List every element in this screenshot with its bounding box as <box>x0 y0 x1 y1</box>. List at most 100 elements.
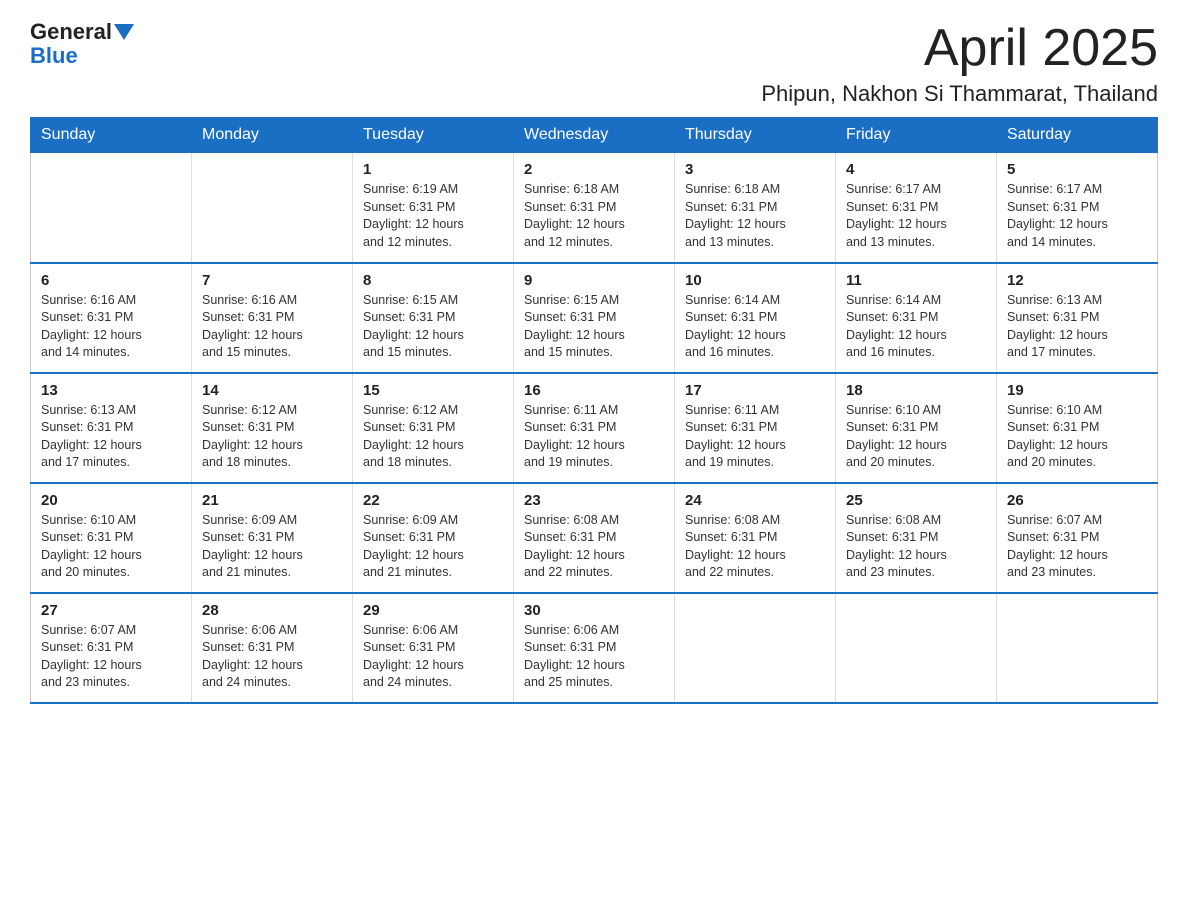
day-number: 2 <box>524 161 664 178</box>
calendar-cell: 29Sunrise: 6:06 AMSunset: 6:31 PMDayligh… <box>353 593 514 703</box>
calendar-cell: 3 Sunrise: 6:18 AMSunset: 6:31 PMDaylight… <box>675 153 836 263</box>
calendar-cell <box>836 593 997 703</box>
day-number: 18 <box>846 382 986 399</box>
day-info: Sunrise: 6:06 AMSunset: 6:31 PMDaylight:… <box>202 622 342 692</box>
day-number: 17 <box>685 382 825 399</box>
calendar-cell: 18 Sunrise: 6:10 AMSunset: 6:31 PMDayligh… <box>836 373 997 483</box>
calendar-cell: 24 Sunrise: 6:08 AMSunset: 6:31 PMDayligh… <box>675 483 836 593</box>
day-info: Sunrise: 6:08 AMSunset: 6:31 PMDaylight:… <box>524 512 664 582</box>
calendar-cell: 17 Sunrise: 6:11 AMSunset: 6:31 PMDayligh… <box>675 373 836 483</box>
day-info: Sunrise: 6:08 AMSunset: 6:31 PMDaylight:… <box>685 512 825 582</box>
calendar-cell: 1 Sunrise: 6:19 AMSunset: 6:31 PMDaylight… <box>353 153 514 263</box>
day-number: 6 <box>41 272 181 289</box>
calendar-cell <box>997 593 1158 703</box>
day-info: Sunrise: 6:19 AMSunset: 6:31 PMDaylight:… <box>363 181 503 251</box>
weekday-header-wednesday: Wednesday <box>514 118 675 153</box>
day-info: Sunrise: 6:10 AMSunset: 6:31 PMDaylight:… <box>1007 402 1147 472</box>
day-info: Sunrise: 6:08 AMSunset: 6:31 PMDaylight:… <box>846 512 986 582</box>
day-number: 23 <box>524 492 664 509</box>
calendar-cell <box>675 593 836 703</box>
weekday-header-thursday: Thursday <box>675 118 836 153</box>
weekday-header-monday: Monday <box>192 118 353 153</box>
day-info: Sunrise: 6:07 AMSunset: 6:31 PMDaylight:… <box>41 622 181 692</box>
day-info: Sunrise: 6:15 AMSunset: 6:31 PMDaylight:… <box>363 292 503 362</box>
header: General Blue April 2025 Phipun, Nakhon S… <box>30 20 1158 107</box>
calendar-cell: 6 Sunrise: 6:16 AMSunset: 6:31 PMDaylight… <box>31 263 192 373</box>
day-number: 27 <box>41 602 181 619</box>
day-number: 12 <box>1007 272 1147 289</box>
calendar-cell <box>31 153 192 263</box>
day-info: Sunrise: 6:09 AMSunset: 6:31 PMDaylight:… <box>202 512 342 582</box>
calendar-table: SundayMondayTuesdayWednesdayThursdayFrid… <box>30 117 1158 704</box>
day-info: Sunrise: 6:07 AMSunset: 6:31 PMDaylight:… <box>1007 512 1147 582</box>
day-number: 20 <box>41 492 181 509</box>
day-number: 30 <box>524 602 664 619</box>
weekday-header-row: SundayMondayTuesdayWednesdayThursdayFrid… <box>31 118 1158 153</box>
day-number: 3 <box>685 161 825 178</box>
day-info: Sunrise: 6:12 AMSunset: 6:31 PMDaylight:… <box>363 402 503 472</box>
title-block: April 2025 Phipun, Nakhon Si Thammarat, … <box>761 20 1158 107</box>
calendar-cell: 4 Sunrise: 6:17 AMSunset: 6:31 PMDaylight… <box>836 153 997 263</box>
month-title: April 2025 <box>761 20 1158 77</box>
day-number: 19 <box>1007 382 1147 399</box>
day-info: Sunrise: 6:16 AMSunset: 6:31 PMDaylight:… <box>202 292 342 362</box>
calendar-week-row: 20 Sunrise: 6:10 AMSunset: 6:31 PMDayligh… <box>31 483 1158 593</box>
day-number: 26 <box>1007 492 1147 509</box>
day-info: Sunrise: 6:18 AMSunset: 6:31 PMDaylight:… <box>685 181 825 251</box>
day-number: 4 <box>846 161 986 178</box>
calendar-cell: 10Sunrise: 6:14 AMSunset: 6:31 PMDayligh… <box>675 263 836 373</box>
day-info: Sunrise: 6:06 AMSunset: 6:31 PMDaylight:… <box>363 622 503 692</box>
day-info: Sunrise: 6:18 AMSunset: 6:31 PMDaylight:… <box>524 181 664 251</box>
day-info: Sunrise: 6:11 AMSunset: 6:31 PMDaylight:… <box>685 402 825 472</box>
day-info: Sunrise: 6:17 AMSunset: 6:31 PMDaylight:… <box>846 181 986 251</box>
day-info: Sunrise: 6:06 AMSunset: 6:31 PMDaylight:… <box>524 622 664 692</box>
day-number: 9 <box>524 272 664 289</box>
logo: General Blue <box>30 20 134 68</box>
day-info: Sunrise: 6:10 AMSunset: 6:31 PMDaylight:… <box>41 512 181 582</box>
calendar-cell: 2 Sunrise: 6:18 AMSunset: 6:31 PMDaylight… <box>514 153 675 263</box>
calendar-week-row: 13Sunrise: 6:13 AMSunset: 6:31 PMDayligh… <box>31 373 1158 483</box>
calendar-cell: 11Sunrise: 6:14 AMSunset: 6:31 PMDayligh… <box>836 263 997 373</box>
calendar-cell: 22 Sunrise: 6:09 AMSunset: 6:31 PMDayligh… <box>353 483 514 593</box>
day-number: 24 <box>685 492 825 509</box>
weekday-header-friday: Friday <box>836 118 997 153</box>
day-info: Sunrise: 6:10 AMSunset: 6:31 PMDaylight:… <box>846 402 986 472</box>
day-info: Sunrise: 6:14 AMSunset: 6:31 PMDaylight:… <box>846 292 986 362</box>
day-info: Sunrise: 6:13 AMSunset: 6:31 PMDaylight:… <box>1007 292 1147 362</box>
weekday-header-tuesday: Tuesday <box>353 118 514 153</box>
day-info: Sunrise: 6:11 AMSunset: 6:31 PMDaylight:… <box>524 402 664 472</box>
calendar-week-row: 27 Sunrise: 6:07 AMSunset: 6:31 PMDayligh… <box>31 593 1158 703</box>
calendar-cell: 28 Sunrise: 6:06 AMSunset: 6:31 PMDayligh… <box>192 593 353 703</box>
calendar-cell: 19 Sunrise: 6:10 AMSunset: 6:31 PMDayligh… <box>997 373 1158 483</box>
calendar-cell: 15Sunrise: 6:12 AMSunset: 6:31 PMDayligh… <box>353 373 514 483</box>
calendar-cell: 12 Sunrise: 6:13 AMSunset: 6:31 PMDayligh… <box>997 263 1158 373</box>
day-number: 8 <box>363 272 503 289</box>
calendar-cell: 23 Sunrise: 6:08 AMSunset: 6:31 PMDayligh… <box>514 483 675 593</box>
day-info: Sunrise: 6:09 AMSunset: 6:31 PMDaylight:… <box>363 512 503 582</box>
calendar-cell <box>192 153 353 263</box>
day-number: 13 <box>41 382 181 399</box>
day-number: 16 <box>524 382 664 399</box>
calendar-cell: 21 Sunrise: 6:09 AMSunset: 6:31 PMDayligh… <box>192 483 353 593</box>
day-info: Sunrise: 6:17 AMSunset: 6:31 PMDaylight:… <box>1007 181 1147 251</box>
calendar-cell: 26 Sunrise: 6:07 AMSunset: 6:31 PMDayligh… <box>997 483 1158 593</box>
logo-triangle-icon <box>114 24 134 40</box>
day-info: Sunrise: 6:12 AMSunset: 6:31 PMDaylight:… <box>202 402 342 472</box>
day-number: 28 <box>202 602 342 619</box>
day-number: 1 <box>363 161 503 178</box>
day-number: 5 <box>1007 161 1147 178</box>
day-number: 22 <box>363 492 503 509</box>
day-number: 10 <box>685 272 825 289</box>
calendar-cell: 13Sunrise: 6:13 AMSunset: 6:31 PMDayligh… <box>31 373 192 483</box>
day-info: Sunrise: 6:15 AMSunset: 6:31 PMDaylight:… <box>524 292 664 362</box>
calendar-cell: 5 Sunrise: 6:17 AMSunset: 6:31 PMDaylight… <box>997 153 1158 263</box>
day-info: Sunrise: 6:16 AMSunset: 6:31 PMDaylight:… <box>41 292 181 362</box>
location-title: Phipun, Nakhon Si Thammarat, Thailand <box>761 81 1158 107</box>
calendar-cell: 8 Sunrise: 6:15 AMSunset: 6:31 PMDaylight… <box>353 263 514 373</box>
day-number: 21 <box>202 492 342 509</box>
calendar-cell: 27 Sunrise: 6:07 AMSunset: 6:31 PMDayligh… <box>31 593 192 703</box>
calendar-cell: 25Sunrise: 6:08 AMSunset: 6:31 PMDayligh… <box>836 483 997 593</box>
calendar-week-row: 1 Sunrise: 6:19 AMSunset: 6:31 PMDaylight… <box>31 153 1158 263</box>
calendar-cell: 16 Sunrise: 6:11 AMSunset: 6:31 PMDayligh… <box>514 373 675 483</box>
calendar-cell: 14Sunrise: 6:12 AMSunset: 6:31 PMDayligh… <box>192 373 353 483</box>
